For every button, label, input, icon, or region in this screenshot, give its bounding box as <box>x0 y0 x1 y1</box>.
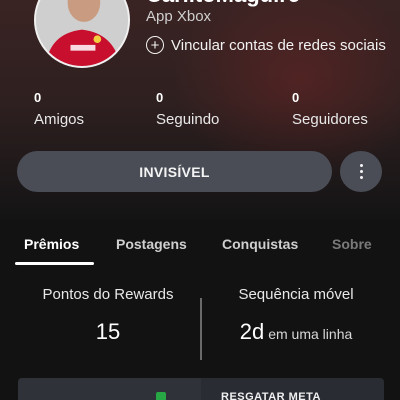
stat-label: Seguidores <box>292 111 368 128</box>
tab-conquistas[interactable]: Conquistas <box>222 236 298 252</box>
gamertag: CarlitoMaguire <box>146 0 300 8</box>
stat-count: 0 <box>292 90 300 105</box>
more-options-button[interactable] <box>340 151 382 192</box>
rewards-icon <box>156 392 166 400</box>
rewards-streak[interactable]: Sequência móvel 2d em uma linha <box>226 286 366 345</box>
stat-friends[interactable]: 0 Amigos <box>34 90 84 128</box>
stat-count: 0 <box>34 90 42 105</box>
rewards-divider <box>200 298 202 360</box>
card-title: RESGATAR META <box>221 391 321 400</box>
stat-count: 0 <box>156 90 164 105</box>
link-social-accounts-button[interactable]: + Vincular contas de redes sociais <box>146 36 386 54</box>
active-tab-indicator <box>15 262 94 265</box>
profile-tabs: Prêmios Postagens Conquistas Sobre <box>0 236 400 266</box>
stat-following[interactable]: 0 Seguindo <box>156 90 219 128</box>
stat-followers[interactable]: 0 Seguidores <box>292 90 368 128</box>
rewards-streak-value-row: 2d em uma linha <box>226 319 366 345</box>
rewards-streak-value: 2d <box>239 319 265 344</box>
rewards-points[interactable]: Pontos do Rewards 15 <box>40 286 176 345</box>
rewards-points-value: 15 <box>95 319 121 344</box>
stat-label: Amigos <box>34 111 85 128</box>
tab-premios[interactable]: Prêmios <box>24 236 79 252</box>
app-label: App Xbox <box>146 8 212 25</box>
presence-status-button[interactable]: INVISÍVEL <box>17 151 332 192</box>
rewards-streak-title: Sequência móvel <box>238 286 354 303</box>
more-vertical-icon <box>359 163 363 181</box>
plus-circle-icon: + <box>146 36 164 54</box>
rewards-streak-suffix: em uma linha <box>268 326 353 342</box>
redeem-goal-card[interactable]: RESGATAR META <box>18 378 384 400</box>
stat-label: Seguindo <box>156 111 220 128</box>
rewards-points-title: Pontos do Rewards <box>42 286 174 303</box>
link-social-accounts-label: Vincular contas de redes sociais <box>171 36 386 54</box>
tab-postagens[interactable]: Postagens <box>116 236 187 252</box>
tab-sobre[interactable]: Sobre <box>332 236 372 252</box>
card-image <box>18 378 201 400</box>
